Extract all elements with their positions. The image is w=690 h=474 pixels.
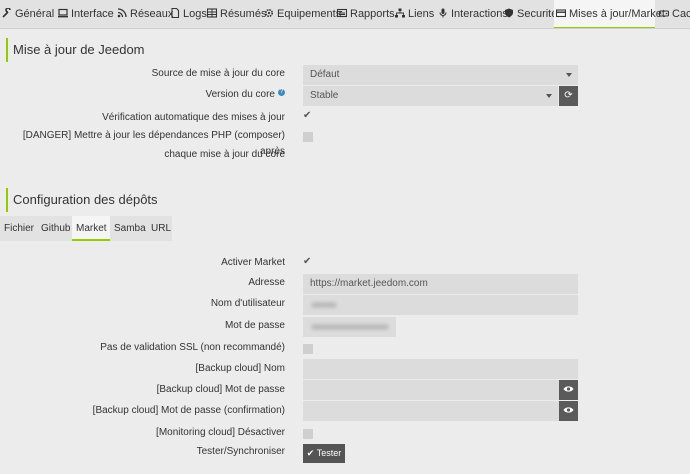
chevron-down-icon bbox=[546, 94, 552, 98]
adresse-label: Adresse bbox=[248, 277, 285, 288]
tab-general[interactable]: Général bbox=[0, 0, 54, 28]
password-label: Mot de passe bbox=[224, 320, 285, 331]
subtab-github[interactable]: Github bbox=[37, 216, 72, 241]
shield-icon bbox=[504, 1, 514, 18]
tab-logs[interactable]: Logs bbox=[168, 0, 207, 28]
cogs-icon bbox=[264, 1, 274, 18]
ssl-checkbox[interactable] bbox=[303, 344, 313, 354]
refresh-button[interactable]: ⟳ bbox=[559, 86, 578, 106]
eye-icon bbox=[563, 407, 574, 413]
autocheck-checkbox[interactable] bbox=[303, 110, 313, 123]
activer-market-checkbox[interactable] bbox=[303, 256, 313, 269]
activer-market-label: Activer Market bbox=[221, 257, 285, 268]
section-title-repos: Configuration des dépôts bbox=[6, 188, 158, 212]
help-icon[interactable]: ? bbox=[278, 89, 285, 96]
tab-interface[interactable]: Interface bbox=[56, 0, 114, 28]
version-label: Version du core? bbox=[205, 89, 285, 100]
subtab-market[interactable]: Market bbox=[72, 216, 110, 241]
tab-rapports[interactable]: Rapports bbox=[335, 0, 395, 28]
credit-card-icon bbox=[555, 1, 567, 18]
backup-password-input[interactable] bbox=[303, 380, 559, 400]
backup-password-confirm-label: [Backup cloud] Mot de passe (confirmatio… bbox=[92, 405, 285, 416]
wrench-icon bbox=[2, 1, 12, 18]
table-icon bbox=[206, 1, 218, 18]
source-label: Source de mise à jour du core bbox=[151, 68, 285, 79]
autocheck-label: Vérification automatique des mises à jou… bbox=[102, 112, 285, 123]
subtab-samba[interactable]: Samba bbox=[110, 216, 147, 241]
newspaper-icon bbox=[336, 1, 348, 18]
password-input[interactable] bbox=[303, 317, 396, 337]
chevron-down-icon bbox=[566, 73, 572, 77]
adresse-input[interactable]: https://market.jeedom.com bbox=[303, 274, 578, 294]
tab-cache[interactable]: Cac bbox=[657, 0, 690, 28]
settings-tabbar: Général Interface Réseaux Logs Résumés E… bbox=[0, 0, 690, 29]
rss-icon bbox=[117, 1, 127, 18]
tab-liens[interactable]: Liens bbox=[393, 0, 434, 28]
tester-button[interactable]: ✔ Tester bbox=[303, 444, 345, 463]
version-select[interactable]: Stable bbox=[303, 86, 558, 106]
check-icon: ✔ bbox=[306, 448, 315, 458]
username-label: Nom d'utilisateur bbox=[210, 298, 285, 309]
tab-mises-a-jour-market[interactable]: Mises à jour/Market bbox=[554, 0, 665, 28]
refresh-icon: ⟳ bbox=[564, 90, 573, 101]
test-label: Tester/Synchroniser bbox=[196, 446, 285, 457]
backup-password-confirm-input[interactable] bbox=[303, 401, 559, 421]
danger-label-line2: chaque mise à jour du core bbox=[164, 149, 285, 160]
monitoring-label: [Monitoring cloud] Désactiver bbox=[156, 427, 285, 438]
laptop-icon bbox=[58, 1, 68, 18]
ssl-label: Pas de validation SSL (non recommandé) bbox=[100, 342, 285, 353]
monitoring-checkbox[interactable] bbox=[303, 429, 313, 439]
show-password-confirm-button[interactable] bbox=[559, 401, 578, 421]
section-title-update: Mise à jour de Jeedom bbox=[6, 38, 145, 62]
file-icon bbox=[170, 1, 180, 19]
blurred-password bbox=[311, 324, 389, 330]
tab-interactions[interactable]: Interactions bbox=[436, 0, 508, 28]
tab-reseaux[interactable]: Réseaux bbox=[115, 0, 173, 28]
backup-name-input[interactable] bbox=[303, 359, 578, 379]
source-select[interactable]: Défaut bbox=[303, 65, 578, 85]
backup-password-label: [Backup cloud] Mot de passe bbox=[156, 384, 285, 395]
tab-resumes[interactable]: Résumés bbox=[205, 0, 266, 28]
tab-equipements[interactable]: Equipements bbox=[262, 0, 341, 28]
subtab-url[interactable]: URL bbox=[147, 216, 172, 241]
microphone-icon bbox=[438, 1, 448, 18]
blurred-username bbox=[311, 302, 337, 308]
sitemap-icon bbox=[395, 1, 405, 18]
danger-checkbox[interactable] bbox=[303, 132, 313, 142]
username-input[interactable] bbox=[303, 295, 578, 315]
eye-icon bbox=[563, 386, 574, 392]
tab-securite[interactable]: Securité bbox=[502, 0, 557, 28]
backup-name-label: [Backup cloud] Nom bbox=[195, 363, 286, 374]
show-password-button[interactable] bbox=[559, 380, 578, 400]
hdd-icon bbox=[658, 1, 670, 17]
subtab-fichier[interactable]: Fichier bbox=[0, 216, 37, 241]
